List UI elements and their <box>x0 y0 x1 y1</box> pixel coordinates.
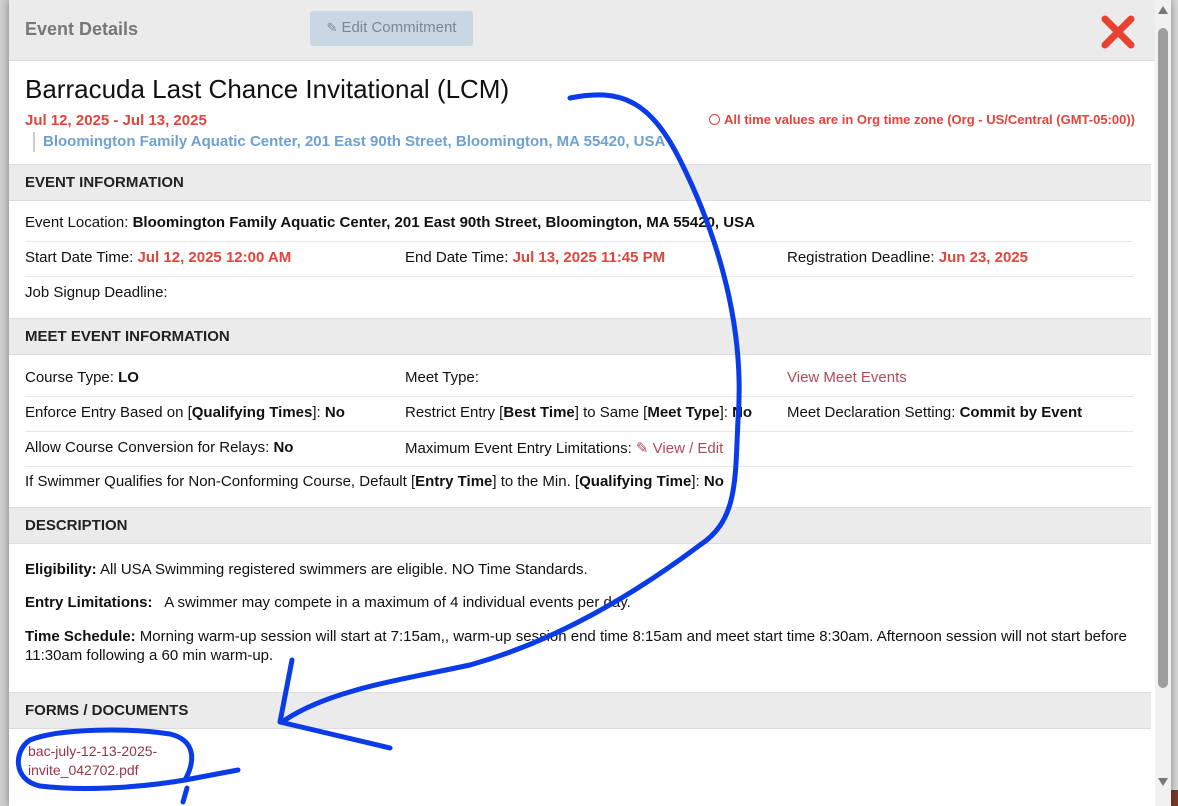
meet-row-4: If Swimmer Qualifies for Non-Conforming … <box>25 473 1133 500</box>
paragraph-label: Eligibility: <box>25 561 97 578</box>
eligibility-paragraph: Eligibility: All USA Swimming registered… <box>25 560 1135 579</box>
section-heading: DESCRIPTION <box>25 517 128 534</box>
field-label-bold: Entry Time <box>415 473 493 490</box>
field-value: Jun 23, 2025 <box>938 249 1028 266</box>
field-label: Event Location: <box>25 214 133 231</box>
time-schedule-paragraph: Time Schedule: Morning warm-up session w… <box>25 627 1135 665</box>
registration-deadline-field: Registration Deadline: Jun 23, 2025 <box>787 249 1028 266</box>
section-forms-documents: FORMS / DOCUMENTS <box>9 692 1151 729</box>
meet-row-3: Allow Course Conversion for Relays: No M… <box>25 439 1133 467</box>
edit-icon: ✎ <box>635 440 653 457</box>
meet-type-field: Meet Type: <box>405 369 479 386</box>
view-edit-label: View / Edit <box>652 440 724 457</box>
scroll-down-arrow[interactable] <box>1158 778 1168 786</box>
view-edit-link[interactable]: ✎ View / Edit <box>636 440 723 457</box>
scroll-up-arrow[interactable] <box>1158 6 1168 14</box>
field-label: Registration Deadline: <box>787 249 939 266</box>
close-icon[interactable] <box>1101 15 1135 49</box>
edit-icon: ✎ <box>326 20 338 35</box>
section-heading: MEET EVENT INFORMATION <box>25 328 230 345</box>
event-details-modal: Event Details ✎ Edit Commitment Barracuda… <box>9 0 1171 806</box>
relay-conversion-field: Allow Course Conversion for Relays: No <box>25 439 293 456</box>
section-heading: EVENT INFORMATION <box>25 174 184 191</box>
modal-title: Event Details <box>25 19 139 39</box>
field-label: Course Type: <box>25 369 119 386</box>
field-label-bold: Meet Type <box>647 404 720 421</box>
event-location-field: Event Location: Bloomington Family Aquat… <box>25 214 755 231</box>
field-label: Allow Course Conversion for Relays: <box>25 439 274 456</box>
field-label: ] to Same [ <box>574 404 648 421</box>
section-heading: FORMS / DOCUMENTS <box>25 702 189 719</box>
max-entry-field: Maximum Event Entry Limitations: ✎ View … <box>405 439 723 457</box>
start-date-field: Start Date Time: Jul 12, 2025 12:00 AM <box>25 249 291 266</box>
course-type-field: Course Type: LO <box>25 369 139 386</box>
end-date-field: End Date Time: Jul 13, 2025 11:45 PM <box>405 249 665 266</box>
field-label: If Swimmer Qualifies for Non-Conforming … <box>25 473 416 490</box>
field-value: Commit by Event <box>959 404 1083 421</box>
field-value: No <box>273 439 294 456</box>
paragraph-label: Entry Limitations: <box>25 594 153 611</box>
paragraph-label: Time Schedule: <box>25 628 136 645</box>
edit-commitment-label: Edit Commitment <box>341 19 457 36</box>
event-dates: Jul 12, 2025 - Jul 13, 2025 <box>25 112 207 129</box>
field-label: Start Date Time: <box>25 249 138 266</box>
field-value: No <box>703 473 724 490</box>
section-meet-event-information: MEET EVENT INFORMATION <box>9 318 1151 355</box>
view-meet-events-link[interactable]: View Meet Events <box>787 369 907 386</box>
field-value: No <box>732 404 753 421</box>
document-link[interactable]: bac-july-12-13-2025-invite_042702.pdf <box>28 742 178 780</box>
field-value: LO <box>118 369 139 386</box>
field-value: Jul 12, 2025 12:00 AM <box>137 249 292 266</box>
modal-header: Event Details ✎ Edit Commitment <box>9 0 1155 61</box>
field-label: ] to the Min. [ <box>492 473 580 490</box>
field-value: No <box>324 404 345 421</box>
event-location-row: Event Location: Bloomington Family Aquat… <box>25 214 1133 242</box>
paragraph-text: A swimmer may compete in a maximum of 4 … <box>152 594 631 611</box>
event-location-link[interactable]: Bloomington Family Aquatic Center, 201 E… <box>33 132 665 152</box>
field-label: Meet Declaration Setting: <box>787 404 960 421</box>
field-label-bold: Qualifying Times <box>191 404 313 421</box>
field-label: Maximum Event Entry Limitations: <box>405 440 636 457</box>
date-row: Start Date Time: Jul 12, 2025 12:00 AM E… <box>25 249 1133 277</box>
field-label: ]: <box>312 404 325 421</box>
paragraph-text: Morning warm-up session will start at 7:… <box>25 628 1127 664</box>
field-label: Enforce Entry Based on [ <box>25 404 192 421</box>
field-label-bold: Qualifying Time <box>579 473 692 490</box>
edit-commitment-button[interactable]: ✎ Edit Commitment <box>310 11 473 46</box>
entry-limitations-paragraph: Entry Limitations: A swimmer may compete… <box>25 593 1135 612</box>
field-value: Bloomington Family Aquatic Center, 201 E… <box>132 214 755 231</box>
field-label: Restrict Entry [ <box>405 404 504 421</box>
enforce-entry-field: Enforce Entry Based on [Qualifying Times… <box>25 404 345 421</box>
meet-row-2: Enforce Entry Based on [Qualifying Times… <box>25 404 1133 432</box>
section-event-information: EVENT INFORMATION <box>9 164 1151 201</box>
meet-declaration-field: Meet Declaration Setting: Commit by Even… <box>787 404 1082 421</box>
field-value: Jul 13, 2025 11:45 PM <box>512 249 666 266</box>
job-signup-field: Job Signup Deadline: <box>25 284 168 301</box>
meet-row-1: Course Type: LO Meet Type: View Meet Eve… <box>25 369 1133 397</box>
paragraph-text: All USA Swimming registered swimmers are… <box>96 561 588 578</box>
field-label-bold: Best Time <box>503 404 575 421</box>
job-signup-row: Job Signup Deadline: <box>25 284 1133 311</box>
field-label: ]: <box>691 473 704 490</box>
clock-icon <box>708 114 720 125</box>
timezone-note: All time values are in Org time zone (Or… <box>708 112 1135 127</box>
field-label: ]: <box>719 404 733 421</box>
restrict-entry-field: Restrict Entry [Best Time] to Same [Meet… <box>405 404 752 421</box>
section-description: DESCRIPTION <box>9 507 1151 544</box>
scrollbar-thumb[interactable] <box>1158 28 1168 688</box>
timezone-text: All time values are in Org time zone (Or… <box>723 112 1135 127</box>
non-conforming-field: If Swimmer Qualifies for Non-Conforming … <box>25 473 724 490</box>
event-name: Barracuda Last Chance Invitational (LCM) <box>25 74 510 104</box>
field-label: End Date Time: <box>405 249 513 266</box>
scrollbar[interactable] <box>1155 0 1171 806</box>
